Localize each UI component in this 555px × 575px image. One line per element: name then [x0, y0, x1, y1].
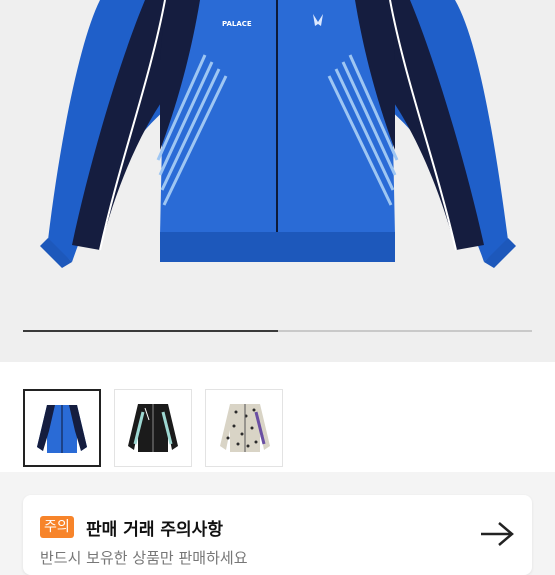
- caution-badge: 주의: [40, 516, 74, 538]
- thumbnail-blue-jacket[interactable]: [23, 389, 101, 467]
- gallery-progress-fill: [23, 330, 278, 332]
- arrow-right-icon[interactable]: [479, 520, 515, 548]
- thumbnail-strip: [0, 362, 555, 472]
- sale-notice-card[interactable]: 주의 판매 거래 주의사항 반드시 보유한 상품만 판매하세요: [23, 495, 532, 575]
- blue-jacket-thumbnail-image: [25, 391, 99, 465]
- leopard-jacket-thumbnail-image: [206, 390, 282, 466]
- palace-logo: PALACE: [222, 20, 252, 28]
- notice-title: 판매 거래 주의사항: [86, 520, 223, 540]
- notice-subtitle: 반드시 보유한 상품만 판매하세요: [40, 549, 248, 567]
- black-jacket-thumbnail-image: [115, 390, 191, 466]
- jacket-main-image: PALACE: [40, 0, 516, 268]
- thumbnail-black-jacket[interactable]: [114, 389, 192, 467]
- gallery-progress-bar: [23, 330, 532, 332]
- thumbnail-leopard-jacket[interactable]: [205, 389, 283, 467]
- product-image-gallery[interactable]: PALACE: [0, 0, 555, 362]
- notice-section: 주의 판매 거래 주의사항 반드시 보유한 상품만 판매하세요: [0, 472, 555, 575]
